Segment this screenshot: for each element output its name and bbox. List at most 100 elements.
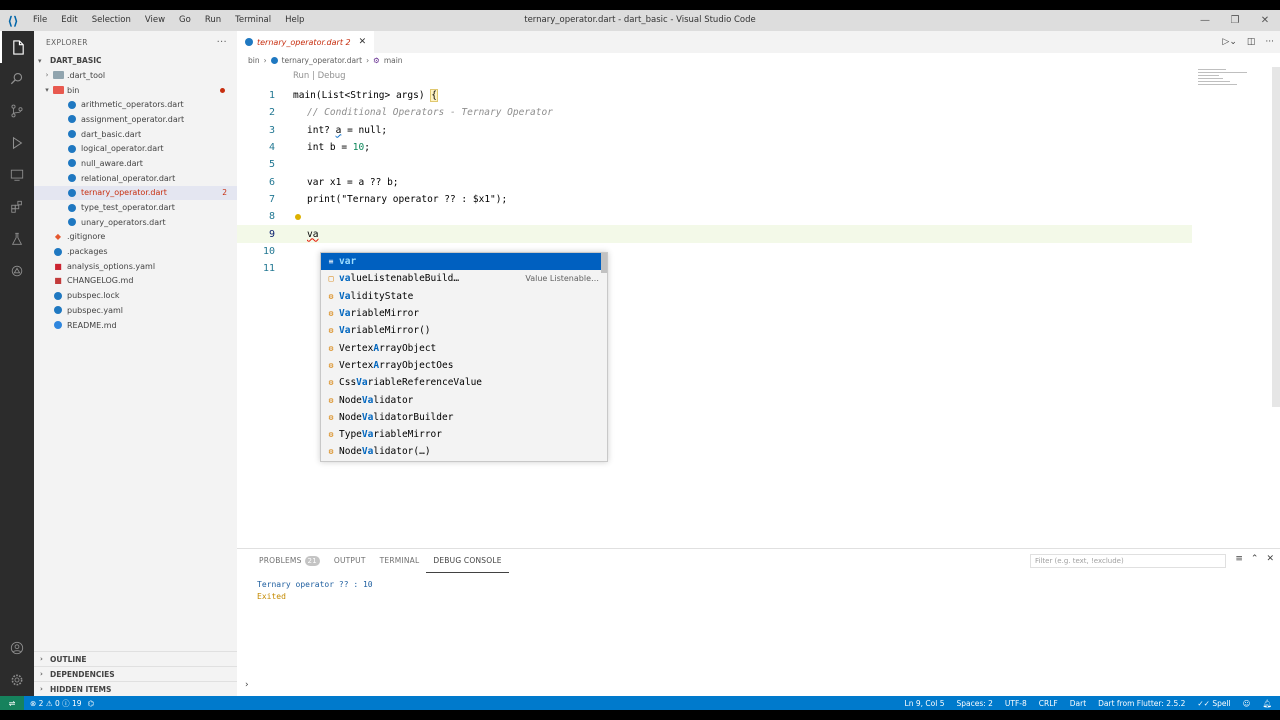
run-debug-icon[interactable] [0, 127, 34, 159]
problems-status[interactable]: ⊗ 2 ⚠ 0 ⓘ 19 [30, 698, 82, 709]
breadcrumb-file[interactable]: ternary_operator.dart [282, 56, 362, 65]
clear-console-icon[interactable]: ≡ [1235, 554, 1243, 564]
flutter-devtools-icon[interactable] [0, 255, 34, 287]
chevron-right-icon: › [40, 670, 43, 678]
outline-section[interactable]: › OUTLINE [34, 651, 237, 666]
menu-file[interactable]: File [26, 10, 54, 31]
tree-file[interactable]: ◆ .gitignore [34, 230, 237, 245]
breadcrumb-bin[interactable]: bin [248, 56, 260, 65]
editor-scrollbar[interactable] [1272, 67, 1280, 407]
suggestion-scrollbar[interactable] [601, 253, 607, 273]
menu-selection[interactable]: Selection [85, 10, 138, 31]
menu-view[interactable]: View [138, 10, 172, 31]
code-editor[interactable]: 1 main(List<String> args) { 2 // Conditi… [237, 87, 1280, 277]
more-actions-icon[interactable]: ··· [217, 37, 237, 48]
cursor-position[interactable]: Ln 9, Col 5 [905, 699, 945, 708]
notifications-bell-icon[interactable]: 🔔︎ [1262, 699, 1272, 708]
suggestion-text: riableMirror() [350, 325, 431, 337]
remote-indicator-icon[interactable]: ⇌ [0, 696, 24, 710]
suggestion-item[interactable]: ≡ var [321, 253, 607, 271]
more-editor-actions-icon[interactable]: ··· [1265, 37, 1274, 47]
menu-edit[interactable]: Edit [54, 10, 84, 31]
close-window-button[interactable]: ✕ [1250, 10, 1280, 31]
tree-file[interactable]: ■ analysis_options.yaml [34, 259, 237, 274]
tab-terminal[interactable]: TERMINAL [373, 550, 427, 572]
tree-file[interactable]: README.md [34, 318, 237, 333]
tree-folder[interactable]: ▾ bin [34, 83, 237, 98]
feedback-icon[interactable]: ☺ [1243, 699, 1251, 708]
tree-file[interactable]: assignment_operator.dart [34, 112, 237, 127]
run-dropdown-icon[interactable]: ▷⌄ [1222, 37, 1236, 47]
maximize-panel-icon[interactable]: ⌃ [1251, 554, 1259, 564]
bottom-panel: PROBLEMS 21 OUTPUT TERMINAL DEBUG CONSOLE… [237, 548, 1280, 696]
tree-file[interactable]: arithmetic_operators.dart [34, 97, 237, 112]
title-bar: ⟨⟩ File Edit Selection View Go Run Termi… [0, 10, 1280, 31]
tree-file[interactable]: type_test_operator.dart [34, 200, 237, 215]
indentation[interactable]: Spaces: 2 [956, 699, 992, 708]
suggestion-item[interactable]: ⚙ Vertex ArrayObjectOes [321, 357, 607, 374]
tab-debug-console[interactable]: DEBUG CONSOLE [426, 550, 509, 573]
hidden-items-section[interactable]: › HIDDEN ITEMS [34, 681, 237, 696]
tree-file[interactable]: relational_operator.dart [34, 171, 237, 186]
suggestion-item[interactable]: ⚙ Va lidityState [321, 288, 607, 305]
restore-button[interactable]: ❐ [1220, 10, 1250, 31]
debug-status-icon[interactable]: ⌬ [88, 699, 95, 708]
tree-file[interactable]: pubspec.lock [34, 288, 237, 303]
menu-terminal[interactable]: Terminal [228, 10, 278, 31]
suggestion-match: va [339, 273, 351, 285]
tab-problems[interactable]: PROBLEMS 21 [252, 550, 327, 572]
suggestion-item[interactable]: ⚙ Va riableMirror [321, 305, 607, 322]
dart-sdk[interactable]: Dart from Flutter: 2.5.2 [1098, 699, 1185, 708]
problems-count-badge: 21 [304, 556, 320, 566]
close-tab-icon[interactable]: ✕ [359, 37, 367, 47]
console-prompt-icon[interactable]: › [245, 680, 249, 690]
lightbulb-icon[interactable] [295, 213, 301, 220]
tree-file[interactable]: null_aware.dart [34, 156, 237, 171]
suggestion-item[interactable]: ⚙ Node Va lidatorBuilder [321, 409, 607, 426]
menu-run[interactable]: Run [198, 10, 228, 31]
line-endings[interactable]: CRLF [1039, 699, 1058, 708]
tree-file[interactable]: unary_operators.dart [34, 215, 237, 230]
tree-file[interactable]: ■ CHANGELOG.md [34, 274, 237, 289]
suggestion-item[interactable]: □ va lueListenableBuild… Value Listenable… [321, 270, 607, 287]
tab-ternary-operator[interactable]: ternary_operator.dart 2 ✕ [237, 31, 375, 53]
split-editor-icon[interactable]: ◫ [1247, 37, 1256, 47]
menu-go[interactable]: Go [172, 10, 198, 31]
console-filter-input[interactable]: Filter (e.g. text, !exclude) [1030, 554, 1226, 568]
suggestion-item[interactable]: ⚙ Node Va lidator(…) [321, 443, 607, 460]
close-panel-icon[interactable]: ✕ [1266, 554, 1274, 564]
tree-file[interactable]: logical_operator.dart [34, 141, 237, 156]
spell-check[interactable]: ✓✓ Spell [1197, 699, 1230, 708]
suggestion-item[interactable]: ⚙ Va riableMirror() [321, 322, 607, 339]
suggestion-item[interactable]: ⚙ Node Va lidator [321, 391, 607, 408]
encoding[interactable]: UTF-8 [1005, 699, 1027, 708]
manage-gear-icon[interactable] [0, 664, 34, 696]
workspace-root-folder[interactable]: ▾ DART_BASIC [34, 53, 237, 68]
dependencies-section[interactable]: › DEPENDENCIES [34, 666, 237, 681]
tree-folder[interactable]: › .dart_tool [34, 68, 237, 83]
minimize-button[interactable]: — [1190, 10, 1220, 31]
breadcrumb-symbol[interactable]: main [384, 56, 403, 65]
tree-item-label: null_aware.dart [81, 158, 143, 168]
explorer-files-icon[interactable] [0, 31, 34, 63]
accounts-icon[interactable] [0, 632, 34, 664]
suggestion-item[interactable]: ⚙ Vertex ArrayObject [321, 339, 607, 356]
run-debug-codelens[interactable]: Run | Debug [293, 71, 346, 81]
menu-help[interactable]: Help [278, 10, 311, 31]
line-number: 4 [268, 142, 275, 154]
tree-file[interactable]: pubspec.yaml [34, 303, 237, 318]
tab-output[interactable]: OUTPUT [327, 550, 373, 572]
language-mode[interactable]: Dart [1070, 699, 1086, 708]
source-control-icon[interactable] [0, 95, 34, 127]
suggestion-match: Va [361, 411, 374, 423]
suggestion-item[interactable]: ⚙ Css Va riableReferenceValue [321, 374, 607, 391]
minimap[interactable] [1198, 67, 1268, 97]
remote-explorer-icon[interactable] [0, 159, 34, 191]
suggestion-item[interactable]: ⚙ Type Va riableMirror [321, 426, 607, 443]
extensions-icon[interactable] [0, 191, 34, 223]
tree-file[interactable]: ternary_operator.dart 2 [34, 185, 237, 201]
search-icon[interactable] [0, 63, 34, 95]
tree-file[interactable]: dart_basic.dart [34, 127, 237, 142]
tree-file[interactable]: .packages [34, 244, 237, 259]
testing-flask-icon[interactable] [0, 223, 34, 255]
